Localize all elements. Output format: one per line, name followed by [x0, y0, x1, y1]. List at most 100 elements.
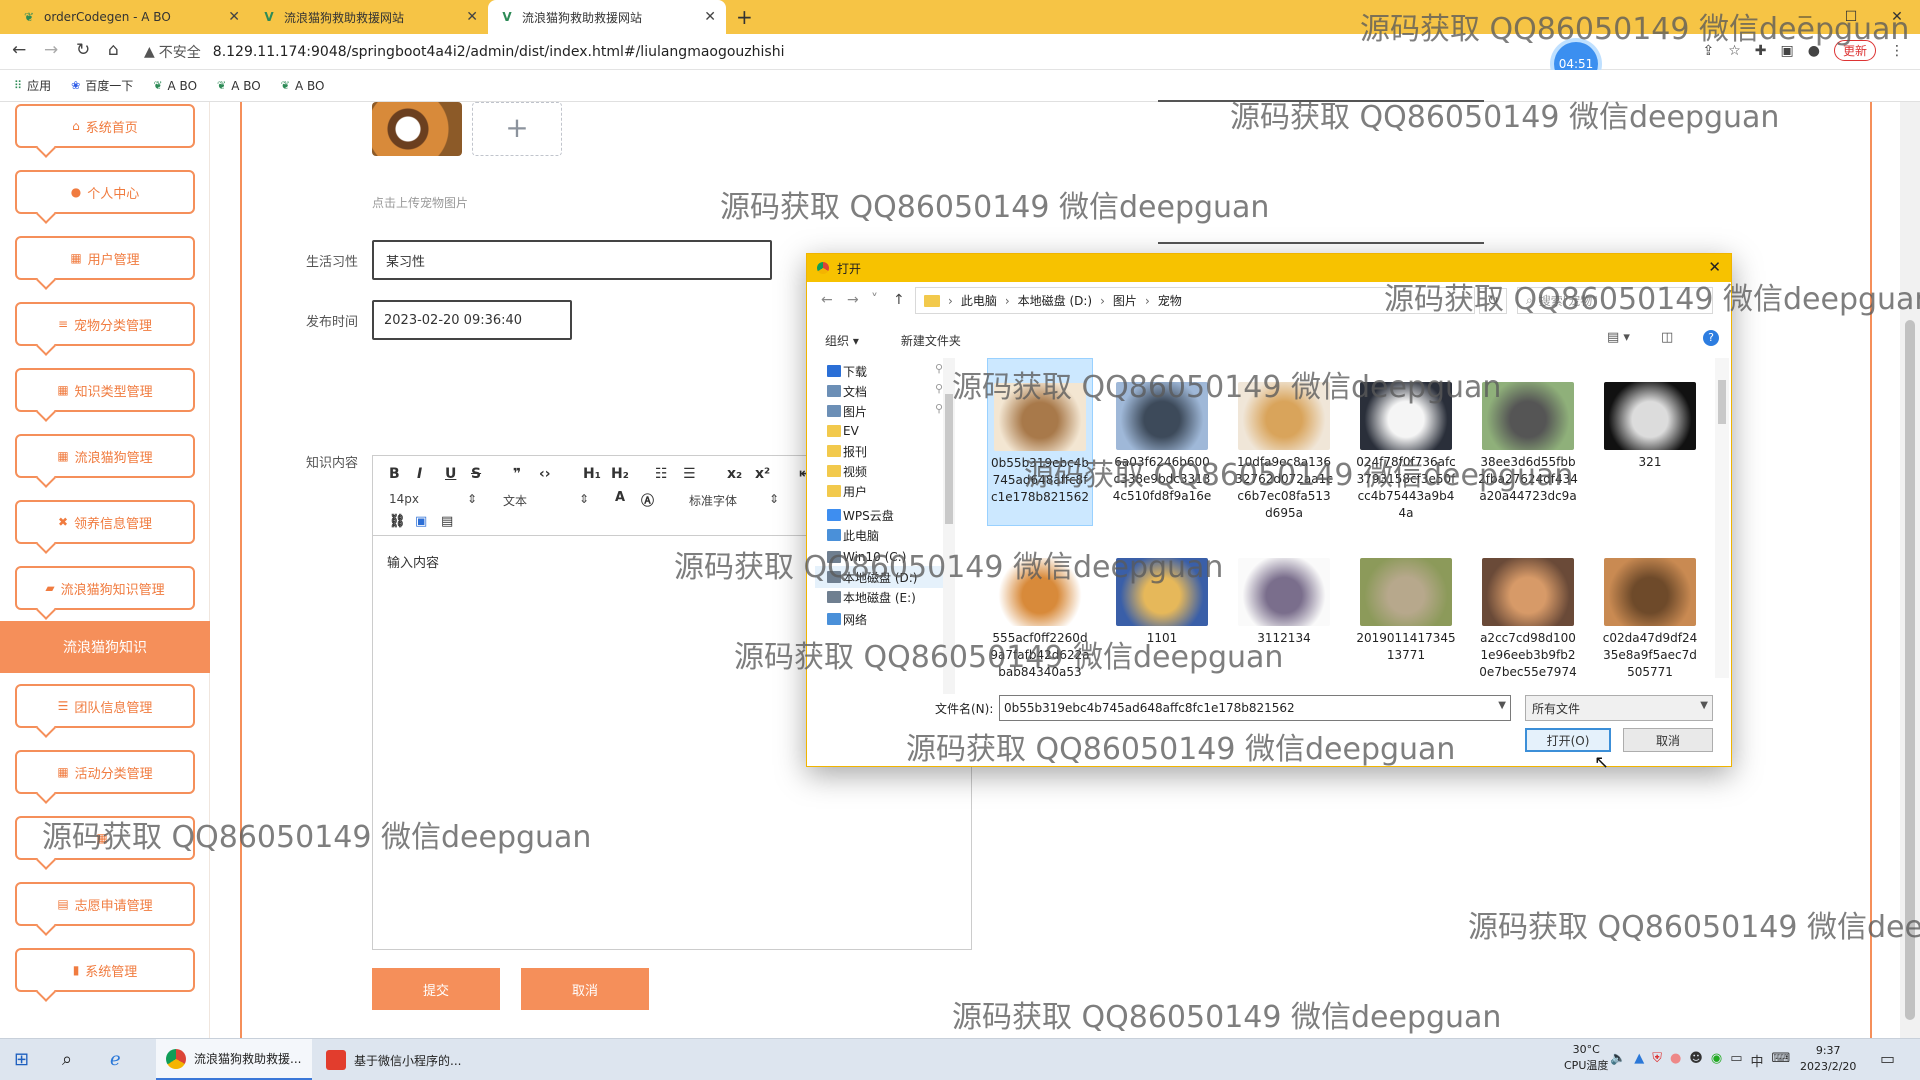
bullet-list-icon[interactable]: ☰ [683, 466, 696, 482]
reload-icon[interactable]: ↻ [76, 40, 90, 60]
sidebar-item-volunteer[interactable]: ▤ 志愿申请管理 [15, 882, 195, 926]
sidebar-subitem-knowledge-active[interactable]: 流浪猫狗知识 [0, 621, 210, 673]
bold-icon[interactable]: B [389, 466, 400, 482]
security-icon[interactable]: ⛨ [1652, 1051, 1662, 1070]
file-item[interactable]: c02da47d9df2435e8a9f5aec7d505771 [1597, 534, 1703, 694]
code-icon[interactable]: ‹› [539, 466, 551, 482]
video-icon[interactable]: ▤ [441, 514, 453, 529]
sidebar-item-home[interactable]: ⌂ 系统首页 [15, 104, 195, 148]
nav-item[interactable]: 本地磁盘 (E:) [815, 586, 943, 608]
strikethrough-icon[interactable]: S [471, 466, 481, 482]
font-color-icon[interactable]: A [615, 490, 625, 505]
help-icon[interactable]: ? [1703, 330, 1719, 346]
browser-tab-stray-1[interactable]: V 流浪猫狗救助救援网站 ✕ [250, 0, 488, 34]
underline-icon[interactable]: U [445, 466, 456, 482]
sidebar-item-stray-animals[interactable]: ▦ 流浪猫狗管理 [15, 434, 195, 478]
sidebar-item-knowledge[interactable]: ▰ 流浪猫狗知识管理 [15, 566, 195, 610]
breadcrumb-item[interactable]: 图片 [1113, 292, 1137, 309]
new-folder-button[interactable]: 新建文件夹 [901, 332, 961, 349]
sidebar-item-system[interactable]: ▮ 系统管理 [15, 948, 195, 992]
filetype-select[interactable]: 所有文件 ▼ [1525, 695, 1713, 721]
nav-item[interactable]: 图片 ⚲ [815, 400, 943, 422]
file-scrollbar[interactable] [1715, 358, 1729, 678]
view-options-icon[interactable]: ▤ ▾ [1607, 330, 1630, 345]
task-chrome[interactable]: 流浪猫狗救助救援... [156, 1039, 312, 1080]
file-item[interactable]: 201901141734513771 [1353, 534, 1459, 694]
publish-time-input[interactable]: ◷2023-02-20 09:36:40 [372, 300, 572, 340]
network-icon[interactable]: ▲ [1634, 1051, 1644, 1070]
file-item[interactable]: 321 [1597, 358, 1703, 526]
cancel-button[interactable]: 取消 [521, 968, 649, 1010]
pet-image-thumbnail[interactable] [372, 102, 462, 156]
bookmark-abo-2[interactable]: ❦ A BO [217, 79, 261, 93]
nav-item[interactable]: 报刊 [815, 440, 943, 462]
scrollbar-thumb[interactable] [1718, 380, 1726, 424]
font-size-select[interactable]: 14px [389, 492, 419, 506]
new-tab-button[interactable]: + [736, 5, 753, 29]
close-icon[interactable]: ✕ [228, 9, 240, 25]
header2-icon[interactable]: H₂ [611, 466, 629, 482]
background-color-icon[interactable]: Ⓐ [641, 490, 654, 509]
bookmark-apps[interactable]: ⠿ 应用 [14, 77, 51, 94]
nav-item[interactable]: 视频 [815, 460, 943, 482]
paragraph-select[interactable]: 文本 [503, 492, 527, 509]
breadcrumb-item[interactable]: 此电脑 [961, 292, 997, 309]
windows-start-icon[interactable]: ⊞ [14, 1049, 29, 1070]
app-tray-icon[interactable]: ● [1670, 1051, 1681, 1070]
nav-item[interactable]: 文档 ⚲ [815, 380, 943, 402]
upload-add-button[interactable]: + [472, 102, 562, 156]
organize-button[interactable]: 组织 ▾ [825, 332, 859, 349]
home-icon[interactable]: ⌂ [108, 40, 119, 60]
bookmark-abo-3[interactable]: ❦ A BO [281, 79, 325, 93]
italic-icon[interactable]: I [417, 466, 422, 482]
breadcrumb-item[interactable]: 本地磁盘 (D:) [1018, 292, 1092, 309]
dialog-cancel-button[interactable]: 取消 [1623, 728, 1713, 752]
sidebar-item-knowledge-type[interactable]: ▦ 知识类型管理 [15, 368, 195, 412]
qq-icon[interactable]: ☻ [1689, 1051, 1703, 1070]
ordered-list-icon[interactable]: ☷ [655, 466, 668, 482]
sidebar-item-activity-category[interactable]: ▦ 活动分类管理 [15, 750, 195, 794]
sidebar-item-profile[interactable]: ● 个人中心 [15, 170, 195, 214]
close-icon[interactable]: ✕ [466, 9, 478, 25]
keyboard-icon[interactable]: ⌨ [1772, 1051, 1791, 1070]
ie-icon[interactable]: ℯ [110, 1049, 121, 1070]
ime-indicator[interactable]: 中 [1751, 1051, 1764, 1070]
taskbar-clock[interactable]: 9:37 2023/2/20 [1800, 1043, 1856, 1075]
image-icon[interactable]: ▣ [415, 514, 427, 529]
filename-input[interactable]: 0b55b319ebc4b745ad648affc8fc1e178b821562… [999, 695, 1511, 721]
close-icon[interactable]: ✕ [704, 9, 716, 25]
browser-tab-ordercodegen[interactable]: ❦ orderCodegen - A BO ✕ [10, 0, 250, 34]
bookmark-baidu[interactable]: ❀ 百度一下 [71, 77, 133, 94]
display-icon[interactable]: ▭ [1730, 1051, 1742, 1070]
nav-item[interactable]: 网络 [815, 608, 943, 630]
font-family-select[interactable]: 标准字体 [689, 492, 737, 509]
bookmark-abo-1[interactable]: ❦ A BO [153, 79, 197, 93]
page-scrollbar[interactable] [1900, 102, 1920, 1038]
preview-pane-icon[interactable]: ◫ [1661, 330, 1673, 345]
back-icon[interactable]: ← [12, 40, 26, 60]
wechat-icon[interactable]: ◉ [1711, 1051, 1722, 1070]
nav-item[interactable]: 下载 ⚲ [815, 360, 943, 382]
submit-button[interactable]: 提交 [372, 968, 500, 1010]
scrollbar-thumb[interactable] [945, 394, 953, 524]
link-icon[interactable]: ⛓ [389, 514, 406, 529]
breadcrumb-item[interactable]: 宠物 [1158, 292, 1182, 309]
volume-icon[interactable]: 🔈 [1610, 1051, 1626, 1070]
sidebar-item-users[interactable]: ▦ 用户管理 [15, 236, 195, 280]
subscript-icon[interactable]: x₂ [727, 466, 742, 482]
nav-item[interactable]: EV [815, 420, 943, 442]
notification-icon[interactable]: ▭ [1880, 1049, 1895, 1068]
browser-tab-stray-active[interactable]: V 流浪猫狗救助救援网站 ✕ [488, 0, 726, 34]
forward-icon[interactable]: → [44, 40, 58, 60]
sidebar-item-adoption[interactable]: ✖ 领养信息管理 [15, 500, 195, 544]
nav-item[interactable]: 用户 [815, 480, 943, 502]
file-item[interactable]: a2cc7cd98d1001e96eeb3b9fb20e7bec55e7974 [1475, 534, 1581, 694]
superscript-icon[interactable]: x² [755, 466, 770, 482]
habit-input[interactable]: 某习性 [372, 240, 772, 280]
open-button[interactable]: 打开(O) [1525, 728, 1611, 752]
quote-icon[interactable]: ❞ [513, 466, 521, 482]
editor-body[interactable]: 输入内容 [387, 552, 439, 571]
task-wps[interactable]: 基于微信小程序的... [316, 1039, 472, 1080]
sidebar-item-team[interactable]: ☰ 团队信息管理 [15, 684, 195, 728]
search-icon[interactable]: ⌕ [62, 1049, 72, 1070]
